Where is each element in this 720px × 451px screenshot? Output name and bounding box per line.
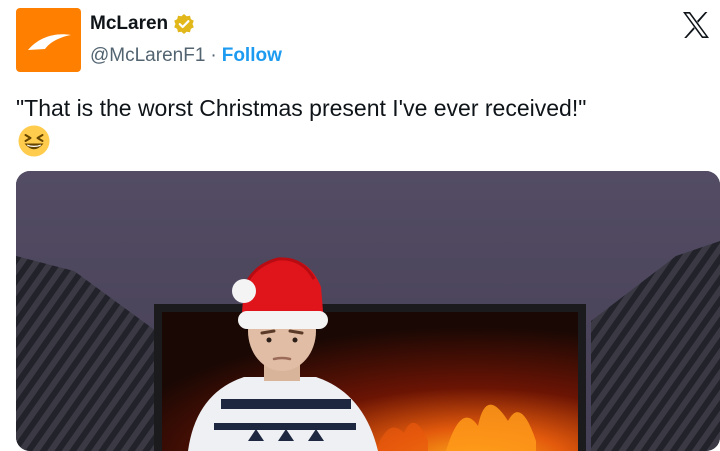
separator-dot: · bbox=[210, 45, 217, 66]
tweet-text: "That is the worst Christmas present I'v… bbox=[16, 95, 587, 121]
x-logo-icon[interactable] bbox=[680, 9, 712, 41]
author-handle-row: @McLarenF1 · Follow bbox=[90, 44, 282, 68]
mclaren-logo-icon bbox=[28, 34, 71, 50]
author-handle[interactable]: @McLarenF1 bbox=[90, 44, 205, 68]
christmas-photo-scene bbox=[16, 171, 720, 451]
tweet-media-photo[interactable] bbox=[16, 171, 720, 451]
author-display-name[interactable]: McLaren bbox=[90, 12, 168, 36]
author-avatar[interactable] bbox=[16, 8, 81, 72]
verified-badge-icon bbox=[174, 14, 194, 34]
follow-button[interactable]: Follow bbox=[222, 44, 282, 68]
author-name-row: McLaren bbox=[90, 12, 195, 36]
grinning-squinting-face-emoji-icon bbox=[18, 125, 50, 157]
